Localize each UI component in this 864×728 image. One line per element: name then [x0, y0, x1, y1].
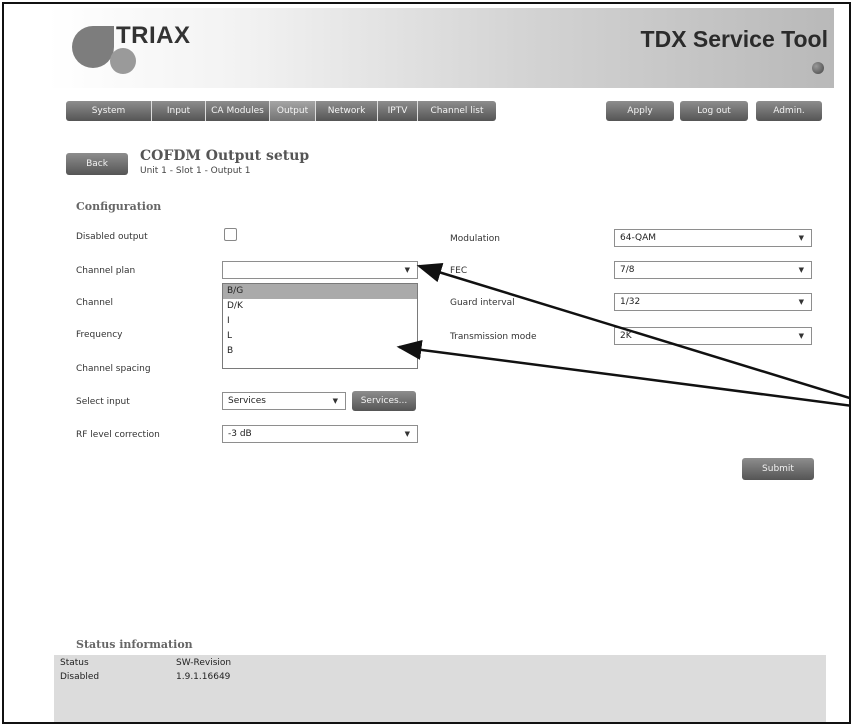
arrow-to-channel-plan	[416, 263, 849, 400]
annotation-arrows	[396, 263, 849, 407]
screenshot-frame: TRIAX TDX Service Tool System Input CA M…	[2, 2, 851, 724]
